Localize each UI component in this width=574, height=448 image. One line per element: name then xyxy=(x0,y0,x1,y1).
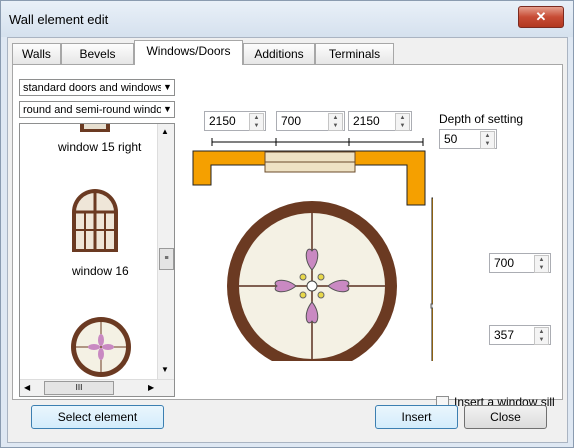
tab-walls[interactable]: Walls xyxy=(12,43,61,64)
sill-height-input[interactable]: 357 ▲ ▼ xyxy=(489,325,551,345)
tab-windows-doors[interactable]: Windows/Doors xyxy=(134,40,243,65)
scroll-right-icon[interactable]: ▶ xyxy=(148,383,154,392)
tab-panel: standard doors and windows ▼ round and s… xyxy=(12,64,563,409)
scroll-left-icon[interactable]: ◀ xyxy=(24,383,30,392)
dialog-title: Wall element edit xyxy=(9,12,109,27)
list-horizontal-scrollbar[interactable]: ◀ III ▶ xyxy=(20,379,174,396)
plan-dimension-line xyxy=(211,138,424,146)
scroll-thumb[interactable]: III xyxy=(44,381,114,395)
dialog-window: Wall element edit ✕ Walls Bevels Windows… xyxy=(0,0,574,448)
tab-additions[interactable]: Additions xyxy=(243,43,315,64)
sill-height-value: 357 xyxy=(494,328,515,342)
section-view xyxy=(430,197,433,361)
close-icon[interactable]: ✕ xyxy=(518,6,564,28)
tab-bevels[interactable]: Bevels xyxy=(61,43,134,64)
close-button[interactable]: Close xyxy=(464,405,547,429)
select-element-button[interactable]: Select element xyxy=(31,405,164,429)
insert-button[interactable]: Insert xyxy=(375,405,458,429)
title-bar: Wall element edit ✕ xyxy=(1,1,573,37)
round-window-elevation xyxy=(227,201,397,361)
depth-label: Depth of setting xyxy=(439,112,524,126)
spinner-arrows-icon[interactable]: ▲ ▼ xyxy=(534,255,549,273)
height-input[interactable]: 700 ▲ ▼ xyxy=(489,253,551,273)
plan-view xyxy=(192,150,426,206)
spinner-arrows-icon[interactable]: ▲ ▼ xyxy=(480,131,495,149)
scroll-down-icon[interactable]: ▼ xyxy=(161,365,169,374)
dialog-client: Walls Bevels Windows/Doors Additions Ter… xyxy=(7,37,568,443)
window-preview-drawing xyxy=(192,138,433,361)
height-value: 700 xyxy=(494,256,515,270)
depth-value: 50 xyxy=(444,132,458,146)
tab-terminals[interactable]: Terminals xyxy=(315,43,394,64)
spinner-arrows-icon[interactable]: ▲ ▼ xyxy=(534,327,549,345)
depth-input[interactable]: 50 ▲ ▼ xyxy=(439,129,497,149)
